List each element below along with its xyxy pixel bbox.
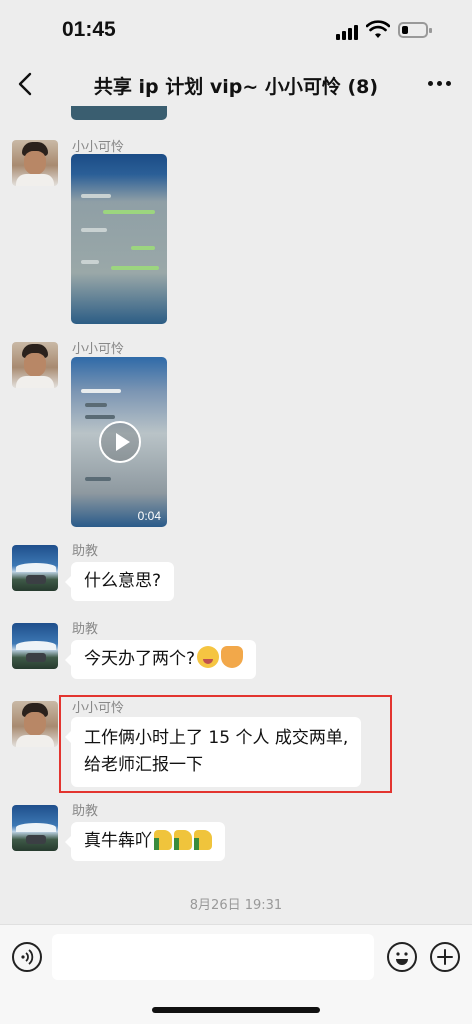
video-message[interactable]: 0:04 [71, 357, 167, 527]
cat-face-emoji [221, 646, 244, 668]
message-input[interactable] [52, 934, 374, 980]
avatar[interactable] [12, 140, 58, 186]
message-text: 什么意思? [84, 571, 162, 591]
previous-image-thumbnail[interactable] [71, 106, 167, 120]
message-text: 今天办了两个? [84, 649, 196, 669]
highlight-box [59, 695, 392, 793]
image-message[interactable] [71, 154, 167, 324]
more-options-icon[interactable] [428, 80, 452, 88]
wifi-icon [366, 20, 390, 38]
status-time: 01:45 [62, 18, 116, 41]
status-bar: 01:45 [0, 0, 472, 62]
drooling-face-emoji [197, 646, 220, 668]
chat-header: 共享 ip 计划 vip~ 小小可怜 (8) [0, 62, 472, 106]
sender-name: 助教 [72, 804, 99, 819]
message-bubble[interactable]: 真牛犇吖 [65, 822, 225, 861]
play-icon[interactable] [99, 421, 141, 463]
battery-icon [398, 22, 432, 38]
thumbs-up-emoji [194, 830, 212, 850]
cellular-signal-icon [336, 24, 360, 40]
video-duration: 0:04 [137, 509, 161, 523]
avatar[interactable] [12, 545, 58, 591]
message-text: 真牛犇吖 [84, 831, 152, 851]
back-arrow-icon[interactable] [14, 70, 38, 98]
thumbs-up-emoji [174, 830, 192, 850]
emoji-icon[interactable] [387, 942, 417, 972]
avatar[interactable] [12, 805, 58, 851]
message-bubble[interactable]: 什么意思? [64, 562, 175, 601]
message-bubble[interactable]: 今天办了两个? [64, 640, 257, 679]
sender-name: 助教 [72, 622, 99, 637]
avatar[interactable] [12, 701, 58, 747]
home-indicator [152, 1007, 320, 1013]
voice-input-icon[interactable] [12, 942, 42, 972]
sender-name: 小小可怜 [72, 342, 125, 357]
sender-name: 小小可怜 [72, 140, 125, 155]
sender-name: 助教 [72, 544, 99, 559]
avatar[interactable] [12, 342, 58, 388]
avatar[interactable] [12, 623, 58, 669]
message-timestamp: 8月26日 19:31 [189, 898, 283, 913]
thumbs-up-emoji [154, 830, 172, 850]
plus-icon[interactable] [430, 942, 460, 972]
chat-title: 共享 ip 计划 vip~ 小小可怜 (8) [93, 76, 379, 98]
